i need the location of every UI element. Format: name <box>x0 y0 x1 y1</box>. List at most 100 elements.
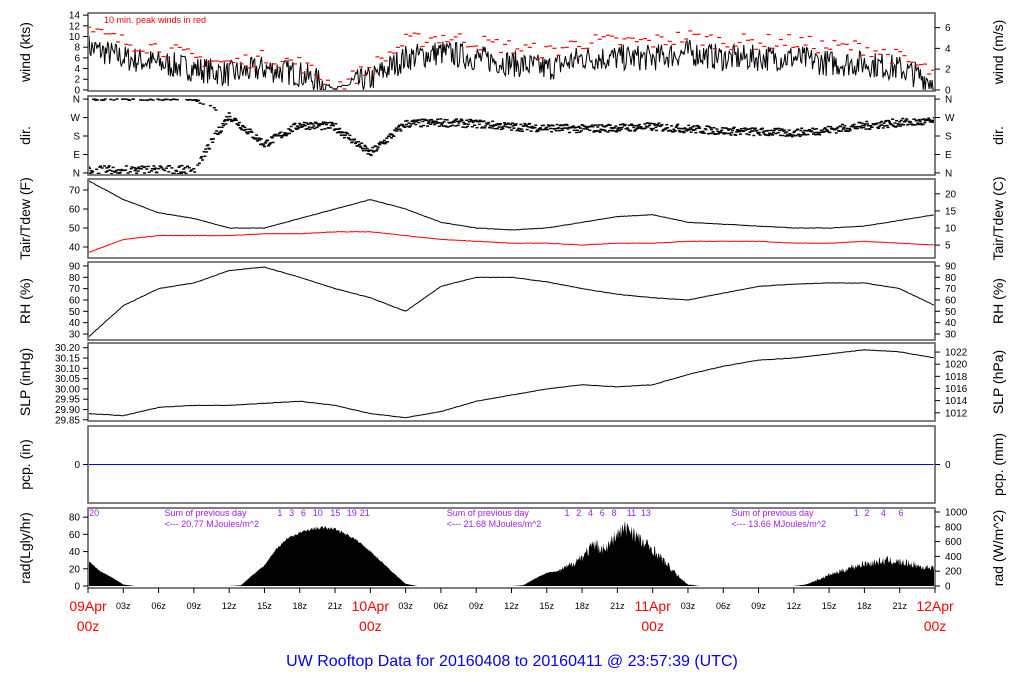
x-tick-label: 15z <box>540 601 555 611</box>
rh-line <box>89 266 934 338</box>
y-tick-label: 30 <box>69 329 81 340</box>
y-tick-label: 0 <box>74 460 80 471</box>
radiation-annotation: 6 <box>301 508 306 518</box>
y-axis-label: SLP (inHg) <box>17 348 33 416</box>
x-tick-label: 09z <box>469 601 484 611</box>
y-tick-label: 2 <box>74 75 80 86</box>
y-right-tick-label: 0 <box>945 582 951 593</box>
x-tick-label: 06z <box>716 601 731 611</box>
radiation-annotation: 21 <box>360 508 370 518</box>
y-right-tick-label: 30 <box>945 329 957 340</box>
x-tick-label: 09z <box>751 601 766 611</box>
y-right-tick-label: 800 <box>945 522 962 533</box>
y-right-tick-label: 2 <box>945 65 951 76</box>
x-tick-label: 21z <box>610 601 625 611</box>
y-axis-label-right: wind (m/s) <box>990 20 1006 86</box>
y-axis-label: wind (kts) <box>17 22 33 83</box>
y-tick-label: 30.20 <box>55 343 80 354</box>
y-tick-label: 60 <box>69 205 81 216</box>
x-day-label: 11Apr <box>635 598 672 614</box>
y-right-tick-label: 70 <box>945 284 957 295</box>
y-right-tick-label: 1014 <box>945 396 968 407</box>
y-tick-label: E <box>73 150 80 161</box>
y-right-tick-label: 5 <box>945 241 951 252</box>
tdew-line <box>89 231 934 253</box>
y-right-tick-label: E <box>945 150 952 161</box>
radiation-annotation: Sum of previous day <box>447 508 530 518</box>
x-day-hour-label: 00z <box>924 618 947 634</box>
y-right-tick-label: 1000 <box>945 507 968 518</box>
y-tick-label: 80 <box>69 273 81 284</box>
radiation-annotation: 3 <box>289 508 294 518</box>
x-tick-label: 03z <box>398 601 413 611</box>
plot-area <box>89 180 934 253</box>
y-right-tick-label: 1020 <box>945 360 968 371</box>
y-right-tick-label: 20 <box>945 189 957 200</box>
radiation-annotation: 6 <box>600 508 605 518</box>
panel-frame <box>87 261 936 341</box>
radiation-annotation: 20 <box>89 508 99 518</box>
y-tick-label: 70 <box>69 186 81 197</box>
panel-pcp: 0 0 pcp. (in) pcp. (mm) <box>17 425 1006 504</box>
y-axis-label: Tair/Tdew (F) <box>17 177 33 259</box>
radiation-annotation: 2 <box>864 508 869 518</box>
panel-wind: 024681012140246wind (kts) wind (m/s)10 mi… <box>17 11 1006 97</box>
y-tick-label: 30.00 <box>55 384 80 395</box>
chart-title: UW Rooftop Data for 20160408 to 20160411… <box>286 653 738 670</box>
radiation-annotation: 4 <box>881 508 886 518</box>
weather-chart: 024681012140246wind (kts) wind (m/s)10 mi… <box>17 11 1006 670</box>
y-right-tick-label: 10 <box>945 223 957 234</box>
y-right-tick-label: 40 <box>945 318 957 329</box>
x-tick-label: 18z <box>575 601 590 611</box>
y-right-tick-label: 50 <box>945 307 957 318</box>
radiation-annotation: 19 <box>347 508 357 518</box>
radiation-annotation: 13 <box>641 508 651 518</box>
plot-area <box>89 98 934 174</box>
x-day-hour-label: 00z <box>641 618 664 634</box>
x-tick-label: 12z <box>787 601 802 611</box>
y-axis-label: dir. <box>17 126 33 145</box>
radiation-annotation: 4 <box>588 508 593 518</box>
y-tick-label: 0 <box>74 582 80 593</box>
y-right-tick-label: 0 <box>945 460 951 471</box>
y-tick-label: 29.95 <box>55 395 80 406</box>
y-axis-label-right: dir. <box>990 126 1006 145</box>
y-axis-label-right: rad (W/m^2) <box>990 510 1006 587</box>
x-tick-label: 03z <box>116 601 131 611</box>
radiation-annotation: 6 <box>899 508 904 518</box>
radiation-annotation: 11 <box>627 508 636 518</box>
radiation-annotation: <--- 20.77 MJoules/m^2 <box>164 519 259 529</box>
y-tick-label: 29.90 <box>55 405 80 416</box>
radiation-annotation: 8 <box>611 508 616 518</box>
tair-line <box>89 180 934 231</box>
x-tick-label: 12z <box>504 601 519 611</box>
slp-line <box>89 349 934 419</box>
x-axis: 09Apr 00z 03z 06z 09z 12z 15z 18z 21z 10Apr 00z 03z… <box>69 588 954 634</box>
legend-peak-winds: 10 min. peak winds in red <box>104 15 206 25</box>
y-tick-label: 12 <box>69 21 81 32</box>
panel-temp: 40 50 60 70 5 10 15 20 Tair/Tdew (F) Tair/Tdew (C… <box>17 176 1006 260</box>
radiation-annotation: 1 <box>277 508 282 518</box>
x-tick-label: 21z <box>328 601 343 611</box>
panel-frame <box>87 342 936 422</box>
x-tick-label: 03z <box>681 601 696 611</box>
panel-rh: 3040506070809030405060708090RH (%) RH (%) <box>17 261 1006 341</box>
y-tick-label: 60 <box>69 295 81 306</box>
y-tick-label: 50 <box>69 307 81 318</box>
wind-speed-line <box>89 36 934 90</box>
y-right-tick-label: 1022 <box>945 348 968 359</box>
y-right-tick-label: 400 <box>945 552 962 563</box>
radiation-annotation: 10 <box>313 508 323 518</box>
y-tick-label: 70 <box>69 284 81 295</box>
plot-area <box>89 26 934 90</box>
y-tick-label: 80 <box>69 513 81 524</box>
y-right-tick-label: N <box>945 95 952 106</box>
x-tick-label: 18z <box>292 601 307 611</box>
y-tick-label: 14 <box>69 11 81 22</box>
y-right-tick-label: 1012 <box>945 408 968 419</box>
x-day-hour-label: 00z <box>77 618 100 634</box>
radiation-annotation: 15 <box>330 508 340 518</box>
radiation-annotation: <--- 21.68 MJoules/m^2 <box>447 519 542 529</box>
y-tick-label: 50 <box>69 223 81 234</box>
y-tick-label: 6 <box>74 53 80 64</box>
